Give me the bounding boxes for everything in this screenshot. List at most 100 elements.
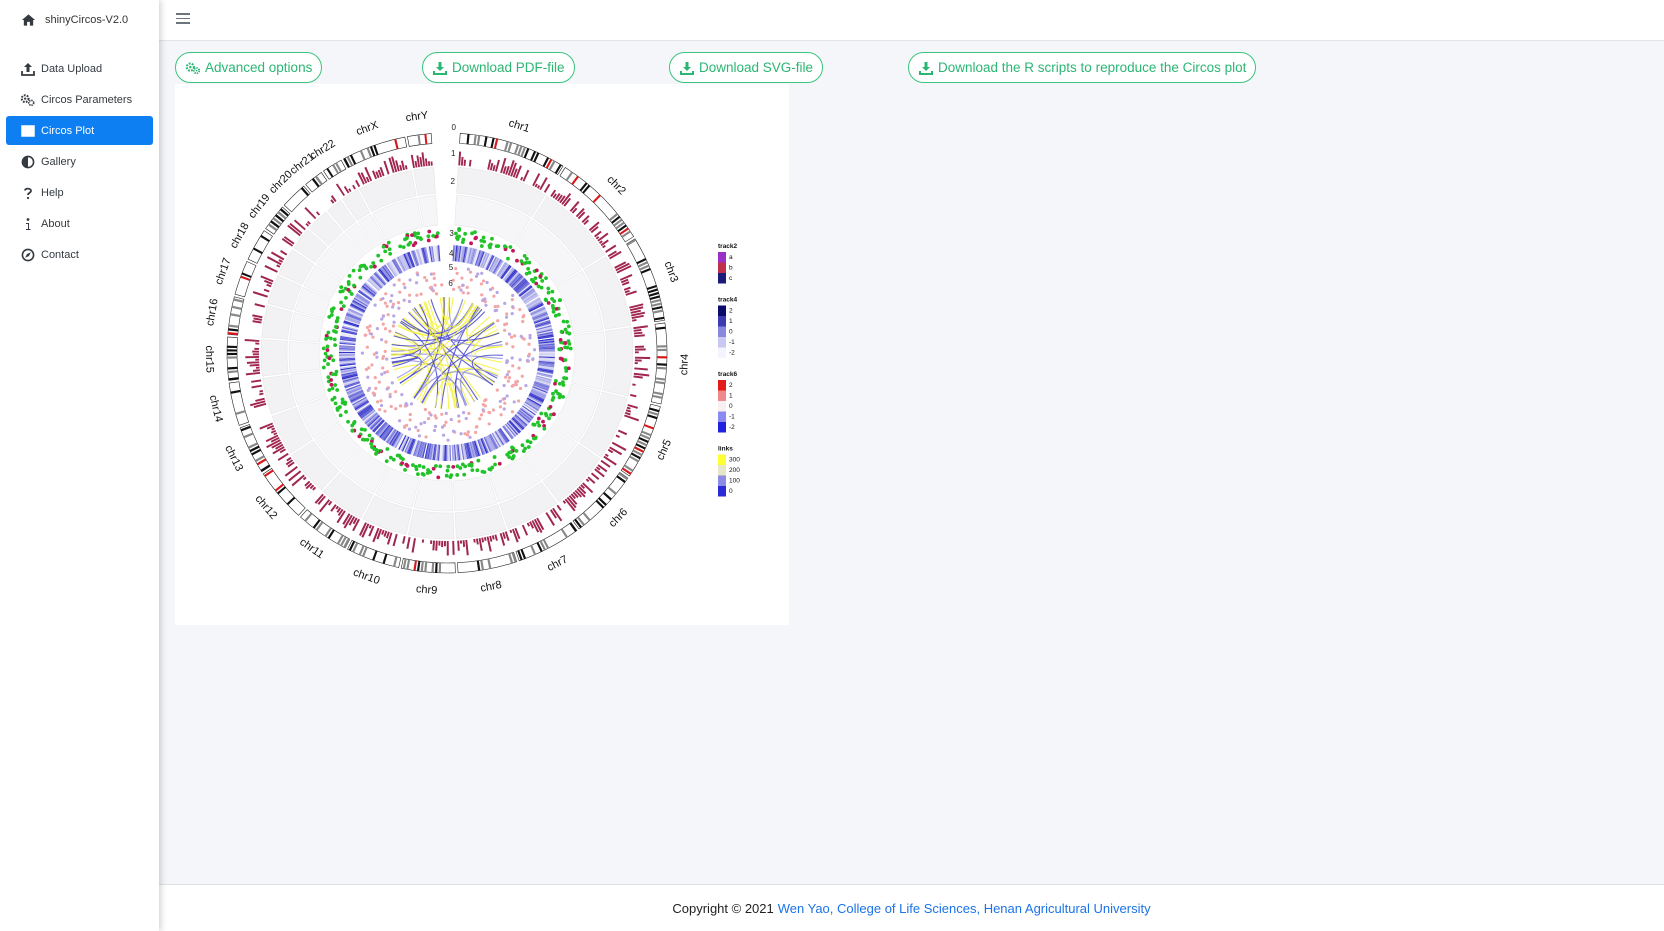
- track6-point: [414, 281, 419, 285]
- track3-point: [528, 440, 533, 445]
- track4-heat: [447, 444, 449, 461]
- track3-point: [358, 275, 363, 280]
- track1-bar: [273, 432, 278, 436]
- track-bg: [453, 474, 498, 512]
- track6-point: [394, 407, 398, 411]
- track1-bar: [458, 151, 462, 166]
- track3-point: [568, 346, 573, 351]
- track1-bar: [335, 183, 345, 197]
- track3-point: [463, 231, 468, 236]
- chromosome-label: chr22: [308, 138, 338, 163]
- top-header: [159, 0, 1664, 41]
- track3-point: [451, 464, 456, 469]
- track6-point: [488, 288, 493, 292]
- track-number: 1: [451, 149, 456, 158]
- track6-point: [373, 376, 377, 380]
- track3-point: [357, 268, 362, 273]
- track3-point: [531, 279, 536, 284]
- track6-point: [407, 299, 412, 304]
- menu-toggle-icon[interactable]: [176, 13, 190, 27]
- track6-point: [454, 266, 458, 271]
- track3-point: [346, 419, 350, 424]
- author-link[interactable]: Wen Yao, College of Life Sciences, Henan…: [778, 901, 1151, 916]
- sidebar-item-circos-parameters[interactable]: Circos Parameters: [6, 85, 153, 114]
- track6-point: [487, 422, 491, 426]
- legend-entry: 0: [729, 488, 733, 495]
- track3-point: [524, 256, 529, 261]
- chromosome-label: chr9: [415, 583, 437, 597]
- track3-point: [340, 400, 345, 405]
- sidebar-item-help[interactable]: Help: [6, 178, 153, 207]
- track1-bar: [276, 264, 281, 268]
- track3-point: [482, 239, 487, 244]
- track3-point: [327, 356, 332, 361]
- track6-point: [514, 380, 518, 384]
- track6-point: [398, 290, 402, 294]
- legend-swatch: [718, 475, 726, 486]
- sidebar-item-contact[interactable]: Contact: [6, 240, 153, 269]
- chromosome-label: chr18: [228, 221, 252, 251]
- sidebar-item-label: Contact: [41, 248, 79, 261]
- track6-point: [449, 417, 453, 422]
- advanced-options-button[interactable]: Advanced options: [175, 52, 323, 83]
- sidebar-item-about[interactable]: About: [6, 209, 153, 238]
- track3-point: [324, 333, 329, 338]
- track6-point: [417, 434, 422, 438]
- track6-point: [364, 367, 369, 372]
- legend-title: track4: [718, 297, 738, 304]
- legend-swatch: [718, 326, 726, 337]
- brand-link[interactable]: shinyCircos-V2.0: [0, 0, 159, 40]
- track3-point: [420, 472, 425, 476]
- gears-icon: [185, 60, 201, 76]
- sidebar-item-circos-plot[interactable]: Circos Plot: [6, 116, 153, 145]
- track1-bar: [368, 524, 372, 529]
- track1-bar: [475, 538, 479, 545]
- track6-point: [379, 403, 384, 408]
- track6-point: [480, 293, 484, 297]
- track3-point: [416, 472, 420, 476]
- track1-bar: [399, 164, 403, 171]
- track-bg: [413, 167, 436, 196]
- track6-point: [485, 280, 489, 285]
- track6-point: [391, 305, 395, 309]
- track1-bar: [304, 207, 317, 220]
- track-number: 0: [452, 123, 457, 132]
- track1-bar: [251, 384, 263, 389]
- sidebar-item-data-upload[interactable]: Data Upload: [6, 54, 153, 83]
- track6-point: [483, 297, 487, 301]
- track3-point: [470, 468, 475, 473]
- ideogram-chr5: [620, 403, 661, 477]
- track3-point: [446, 464, 451, 469]
- track1-bar: [465, 539, 469, 556]
- download-svg-button[interactable]: Download SVG-file: [669, 52, 824, 83]
- track1-bar: [481, 537, 485, 543]
- track3-point: [344, 409, 348, 414]
- track3-point: [418, 236, 423, 240]
- legend-entry: 0: [729, 329, 733, 336]
- sidebar-item-gallery[interactable]: Gallery: [6, 147, 153, 176]
- track3-point: [540, 278, 545, 283]
- track6-point: [384, 340, 388, 344]
- track3-point: [548, 404, 553, 409]
- track1-bar: [254, 303, 266, 308]
- track3-point: [331, 358, 336, 363]
- sidebar-item-label: Circos Plot: [41, 124, 95, 137]
- track3-point: [438, 464, 443, 469]
- track3-point: [326, 362, 330, 366]
- chromosome-label: chrX: [355, 119, 381, 138]
- legend-entry: 200: [729, 467, 740, 474]
- track1-bar: [633, 328, 642, 332]
- track6-point: [434, 416, 438, 420]
- track6-point: [460, 276, 464, 280]
- track1-bar: [392, 533, 398, 547]
- track6-point: [440, 283, 444, 287]
- track6-point: [484, 398, 488, 402]
- download-pdf-button[interactable]: Download PDF-file: [422, 52, 575, 83]
- download-r-scripts-button[interactable]: Download the R scripts to reproduce the …: [908, 52, 1257, 83]
- sidebar-item-label: Circos Parameters: [41, 93, 133, 106]
- track1-bar: [633, 375, 643, 379]
- track6-point: [380, 317, 384, 321]
- track6-point: [451, 287, 456, 291]
- legend-entry: 2: [729, 382, 733, 389]
- track6-point: [505, 373, 509, 377]
